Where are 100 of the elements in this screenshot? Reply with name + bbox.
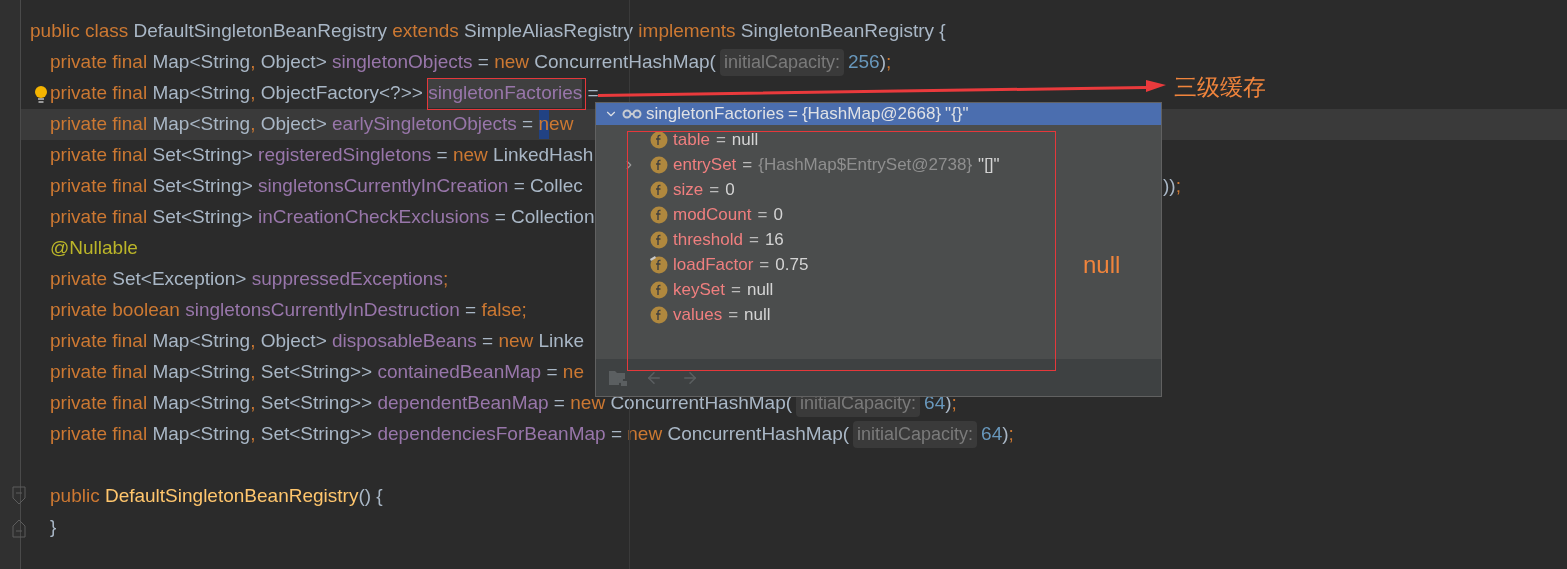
code-token: Map<String — [152, 81, 251, 106]
code-token: = Collection — [493, 205, 595, 230]
code-token: } — [50, 515, 57, 540]
code-token: Map<String — [152, 50, 251, 75]
folder-icon — [608, 368, 628, 387]
code-token: = — [435, 143, 449, 168]
callout-label: 三级缓存 — [1174, 73, 1266, 102]
code-token: Set<Exception> — [112, 267, 248, 292]
code-token: Object> — [260, 112, 328, 137]
code-token: ) — [945, 391, 952, 416]
field-name: loadFactor — [673, 253, 754, 276]
glasses-icon — [622, 109, 642, 119]
code-token: @Nullable — [50, 236, 138, 261]
code-token: Object> — [260, 50, 328, 75]
code-token: , — [250, 360, 257, 385]
equals-sign: = — [709, 178, 720, 201]
code-token: Set<String>> — [260, 360, 374, 385]
code-token: = — [552, 391, 566, 416]
code-token: public — [50, 484, 101, 509]
field-type: {HashMap$EntrySet@2738} — [758, 153, 973, 176]
code-token: new — [452, 143, 489, 168]
code-token: Set<String> — [152, 143, 254, 168]
lightbulb-icon[interactable] — [34, 85, 48, 106]
field-name: size — [673, 178, 704, 201]
parameter-hint: initialCapacity: — [853, 421, 978, 448]
code-token: ; — [1008, 422, 1014, 447]
code-token: private final — [50, 422, 149, 447]
code-token: private final — [50, 174, 149, 199]
equals-sign: = — [759, 253, 770, 276]
code-token: = — [476, 50, 490, 75]
code-token: ) — [1002, 422, 1009, 447]
field-value: null — [746, 278, 774, 301]
code-token: private final — [50, 205, 149, 230]
code-token: Set<String> — [152, 205, 254, 230]
code-token: private final — [50, 360, 149, 385]
code-token: Map<String — [152, 360, 251, 385]
code-token: containedBeanMap — [377, 360, 542, 385]
code-token: ConcurrentHashMap( — [667, 422, 850, 447]
code-token: = — [545, 360, 559, 385]
variable-name: singletonFactories — [646, 103, 784, 126]
code-token: ; — [442, 267, 449, 292]
code-token: private final — [50, 112, 149, 137]
field-value: "[]" — [978, 153, 1000, 176]
code-token: dependenciesForBeanMap — [377, 422, 606, 447]
code-token: , — [250, 422, 257, 447]
code-token: = — [521, 112, 535, 137]
code-token: new — [498, 329, 535, 354]
code-token: private final — [50, 81, 149, 106]
code-token: ) — [879, 50, 886, 75]
field-name: values — [673, 303, 723, 326]
code-token: Set<String> — [152, 174, 254, 199]
code-token: singletonsCurrentlyInCreation — [258, 174, 509, 199]
code-token: singletonObjects — [332, 50, 473, 75]
code-token: ConcurrentHashMap( — [610, 391, 793, 416]
code-token: , — [250, 50, 257, 75]
fold-icon[interactable] — [12, 518, 26, 539]
code-token: ; — [886, 50, 892, 75]
code-token: disposableBeans — [332, 329, 477, 354]
equals-sign: = — [748, 228, 759, 251]
code-token: ne — [562, 360, 584, 385]
code-token: 256 — [848, 50, 880, 75]
code-token: 64 — [981, 422, 1003, 447]
code-token: () { — [358, 484, 383, 509]
code-token: dependentBeanMap — [377, 391, 549, 416]
code-token: Object> — [260, 329, 328, 354]
code-token: registeredSingletons — [258, 143, 432, 168]
code-token: private final — [50, 391, 149, 416]
field-value: 0 — [725, 178, 735, 201]
annotation-note: null — [1083, 250, 1121, 280]
code-token: , — [250, 112, 257, 137]
code-token: suppressedExceptions — [251, 267, 443, 292]
code-token: Set<String>> — [260, 422, 374, 447]
field-name: threshold — [673, 228, 743, 251]
code-token: new — [570, 391, 607, 416]
code-token: Map<String — [152, 112, 251, 137]
code-token: n — [538, 110, 550, 139]
variable-value: {HashMap@2668} — [801, 103, 942, 126]
code-token: private boolean — [50, 298, 181, 323]
equals-sign: = — [715, 128, 726, 151]
code-token: Map<String — [152, 391, 251, 416]
code-token: private final — [50, 143, 149, 168]
fold-icon[interactable] — [12, 486, 26, 507]
code-token: ew — [549, 112, 574, 137]
code-token: = — [481, 329, 495, 354]
code-token: = — [464, 298, 478, 323]
code-token: , — [250, 391, 257, 416]
variable-summary: "{}" — [945, 103, 969, 126]
code-token: private final — [50, 50, 149, 75]
code-token: ObjectFactory<?>> — [260, 81, 424, 106]
equals-sign: = — [757, 203, 768, 226]
code-token: Linke — [538, 329, 584, 354]
code-token: SingletonBeanRegistry { — [740, 19, 946, 44]
popup-header[interactable]: singletonFactories = {HashMap@2668} "{}" — [596, 103, 1161, 125]
code-token: singletonsCurrentlyInDestruction — [185, 298, 460, 323]
code-token: earlySingletonObjects — [332, 112, 517, 137]
code-token: = Collec — [512, 174, 583, 199]
code-token: )) — [1163, 174, 1176, 199]
equals-sign: = — [787, 103, 798, 126]
equals-sign: = — [742, 153, 753, 176]
code-token: = — [609, 422, 623, 447]
